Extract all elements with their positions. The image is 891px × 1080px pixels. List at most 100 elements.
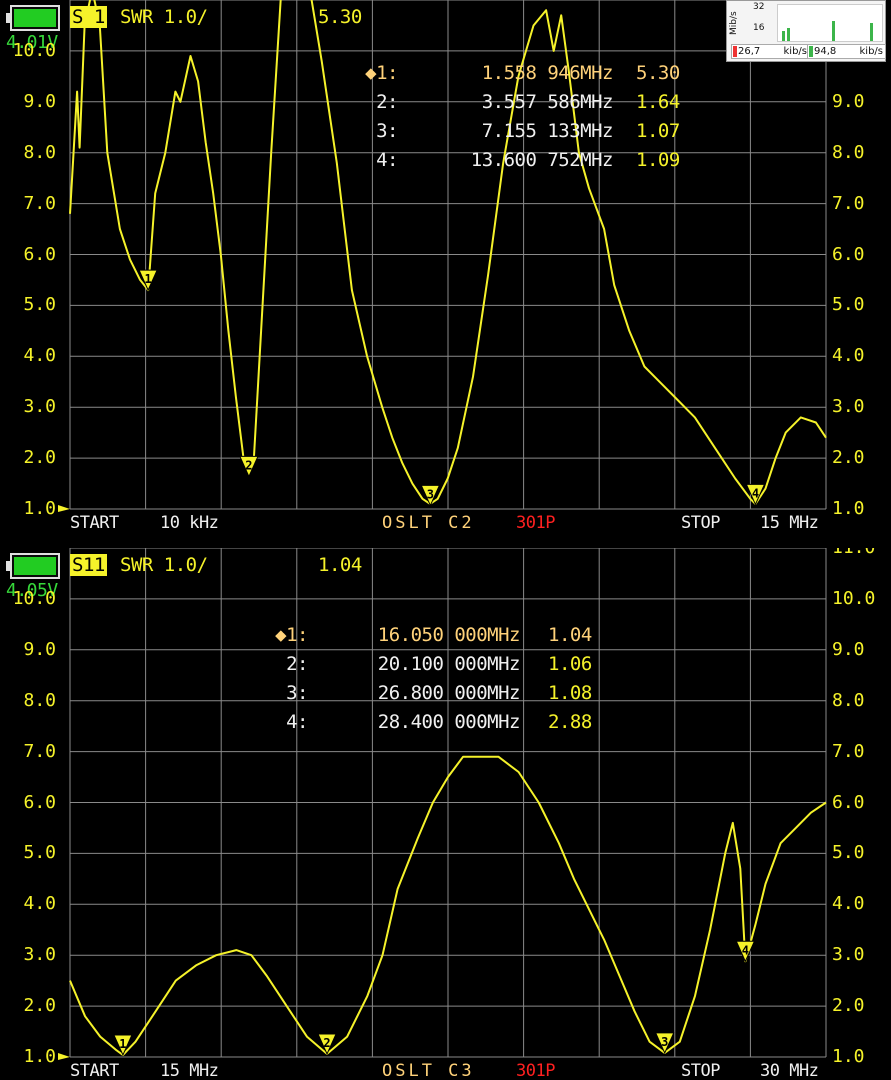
network-bar <box>832 21 835 41</box>
y-axis-tick-label: 1.0 <box>23 1046 56 1067</box>
sweep-stop-label: STOP <box>681 513 720 533</box>
y-axis-tick-label: 9.0 <box>23 90 56 112</box>
marker-swr-value: 5.30 <box>636 62 680 84</box>
network-graph <box>777 4 883 42</box>
marker-number: 1 <box>119 1037 126 1051</box>
battery-icon <box>6 553 60 579</box>
marker-frequency: 20.100 000MHz <box>377 653 521 675</box>
marker-label: ◆1: <box>365 62 398 84</box>
marker-3[interactable]: 3 <box>420 484 441 507</box>
marker-number: 4 <box>742 943 749 957</box>
download-color-icon <box>733 46 737 57</box>
active-marker-value: 1.04 <box>318 554 362 576</box>
y-axis-tick-label: 8.0 <box>832 141 865 163</box>
trace-tag[interactable]: S 1 <box>70 6 107 28</box>
y-axis-tick-label: 7.0 <box>832 192 865 214</box>
trace-tag[interactable]: S11 <box>70 554 107 576</box>
marker-number: 3 <box>427 487 434 501</box>
network-bar <box>870 23 873 41</box>
marker-number: 2 <box>323 1036 330 1050</box>
y-axis-tick-label: 8.0 <box>832 689 865 711</box>
y-axis-tick-label: 6.0 <box>832 243 865 265</box>
y-axis-tick-label: 9.0 <box>23 638 56 660</box>
network-unit: Mib/s <box>729 11 739 35</box>
y-axis-tick-label: 6.0 <box>23 791 56 813</box>
y-axis-tick-label: 8.0 <box>23 689 56 711</box>
sweep-stop-freq[interactable]: 15 MHz <box>760 512 819 534</box>
trace-format: SWR 1.0/ <box>120 554 208 576</box>
y-axis-tick-label: 7.0 <box>23 740 56 762</box>
marker-frequency: 13.600 752MHz <box>470 149 614 171</box>
marker-swr-value: 1.06 <box>548 653 592 675</box>
marker-swr-value: 1.08 <box>548 682 592 704</box>
sweep-points: 301P <box>516 513 555 533</box>
sweep-stop-label: STOP <box>681 1061 720 1080</box>
y-axis-tick-label: 2.0 <box>23 995 56 1017</box>
marker-frequency: 28.400 000MHz <box>377 711 521 733</box>
marker-number: 1 <box>145 272 152 286</box>
sweep-stop-freq[interactable]: 30 MHz <box>760 1060 819 1080</box>
y-axis-tick-label: 10.0 <box>12 39 56 61</box>
y-axis-tick-label: 2.0 <box>23 447 56 469</box>
marker-3[interactable]: 3 <box>654 1032 675 1055</box>
y-axis-tick-label: 9.0 <box>832 90 865 112</box>
marker-label: 4: <box>286 711 308 733</box>
download-unit: kib/s <box>783 46 808 57</box>
y-axis-tick-label: 8.0 <box>23 141 56 163</box>
marker-frequency: 16.050 000MHz <box>377 624 521 646</box>
y-axis-tick-label: 5.0 <box>23 842 56 864</box>
y-axis-tick-label: 2.0 <box>832 447 865 469</box>
upload-color-icon <box>809 46 813 57</box>
marker-2[interactable]: 2 <box>317 1033 337 1056</box>
marker-swr-value: 1.09 <box>636 149 680 171</box>
network-bar <box>782 31 785 41</box>
marker-swr-value: 2.88 <box>548 711 592 733</box>
download-rate: 26,7 kib/s <box>731 44 810 59</box>
battery-icon <box>6 5 60 31</box>
y-axis-tick-label: 2.0 <box>832 995 865 1017</box>
y-axis-tick-label: 7.0 <box>23 192 56 214</box>
trace-format: SWR 1.0/ <box>120 6 208 28</box>
sweep-start-label: START <box>70 1061 119 1080</box>
y-axis-tick-label: 5.0 <box>832 842 865 864</box>
marker-1[interactable]: 1 <box>113 1034 133 1057</box>
marker-label: 3: <box>286 682 308 704</box>
calibration-status: OSLT C3 <box>382 1061 475 1080</box>
y-axis-tick-label: 10.0 <box>12 587 56 609</box>
network-bar <box>787 28 790 41</box>
y-axis-tick-label: 1.0 <box>832 1046 865 1067</box>
sweep-points: 301P <box>516 1061 555 1080</box>
sweep-start-freq[interactable]: 10 kHz <box>160 512 219 534</box>
marker-label: 3: <box>376 120 398 142</box>
marker-number: 3 <box>661 1035 668 1049</box>
upload-unit: kib/s <box>859 46 884 57</box>
marker-1[interactable]: 1 <box>138 269 158 292</box>
y-axis-tick-label: 3.0 <box>832 396 865 418</box>
y-axis-tick-label: 4.0 <box>23 893 56 915</box>
marker-number: 2 <box>245 458 252 472</box>
y-axis-tick-label: 5.0 <box>23 294 56 316</box>
y-axis-tick-label: 3.0 <box>832 944 865 966</box>
y-axis-tick-label: 9.0 <box>832 638 865 660</box>
y-axis-tick-label: 4.0 <box>832 345 865 367</box>
marker-label: 2: <box>376 91 398 113</box>
network-speed-widget[interactable]: Mib/s 32 16 26,7 kib/s 94,8 kib/s <box>726 0 886 62</box>
y-axis-tick-label: 4.0 <box>832 893 865 915</box>
download-value: 26,7 <box>738 46 761 57</box>
y-axis-tick-label: 6.0 <box>23 243 56 265</box>
y-axis-tick-label: 5.0 <box>832 294 865 316</box>
upload-rate: 94,8 kib/s <box>807 44 886 59</box>
active-marker-value: 5.30 <box>318 6 362 28</box>
reference-level-icon <box>58 1053 70 1060</box>
marker-4[interactable]: 4 <box>735 940 756 963</box>
upload-value: 94,8 <box>814 46 837 57</box>
bottom-trace-panel: 1234 4.05V S11 SWR 1.0/ 1.04 ◆1: 16.050 0… <box>0 548 891 1080</box>
marker-frequency: 26.800 000MHz <box>377 682 521 704</box>
marker-swr-value: 1.64 <box>636 91 680 113</box>
y-axis-tick-label: 1.0 <box>832 498 865 519</box>
marker-2[interactable]: 2 <box>239 455 259 478</box>
y-axis-tick-label: 3.0 <box>23 944 56 966</box>
sweep-start-freq[interactable]: 15 MHz <box>160 1060 219 1080</box>
calibration-status: OSLT C2 <box>382 513 475 533</box>
y-axis-tick-label: 3.0 <box>23 396 56 418</box>
